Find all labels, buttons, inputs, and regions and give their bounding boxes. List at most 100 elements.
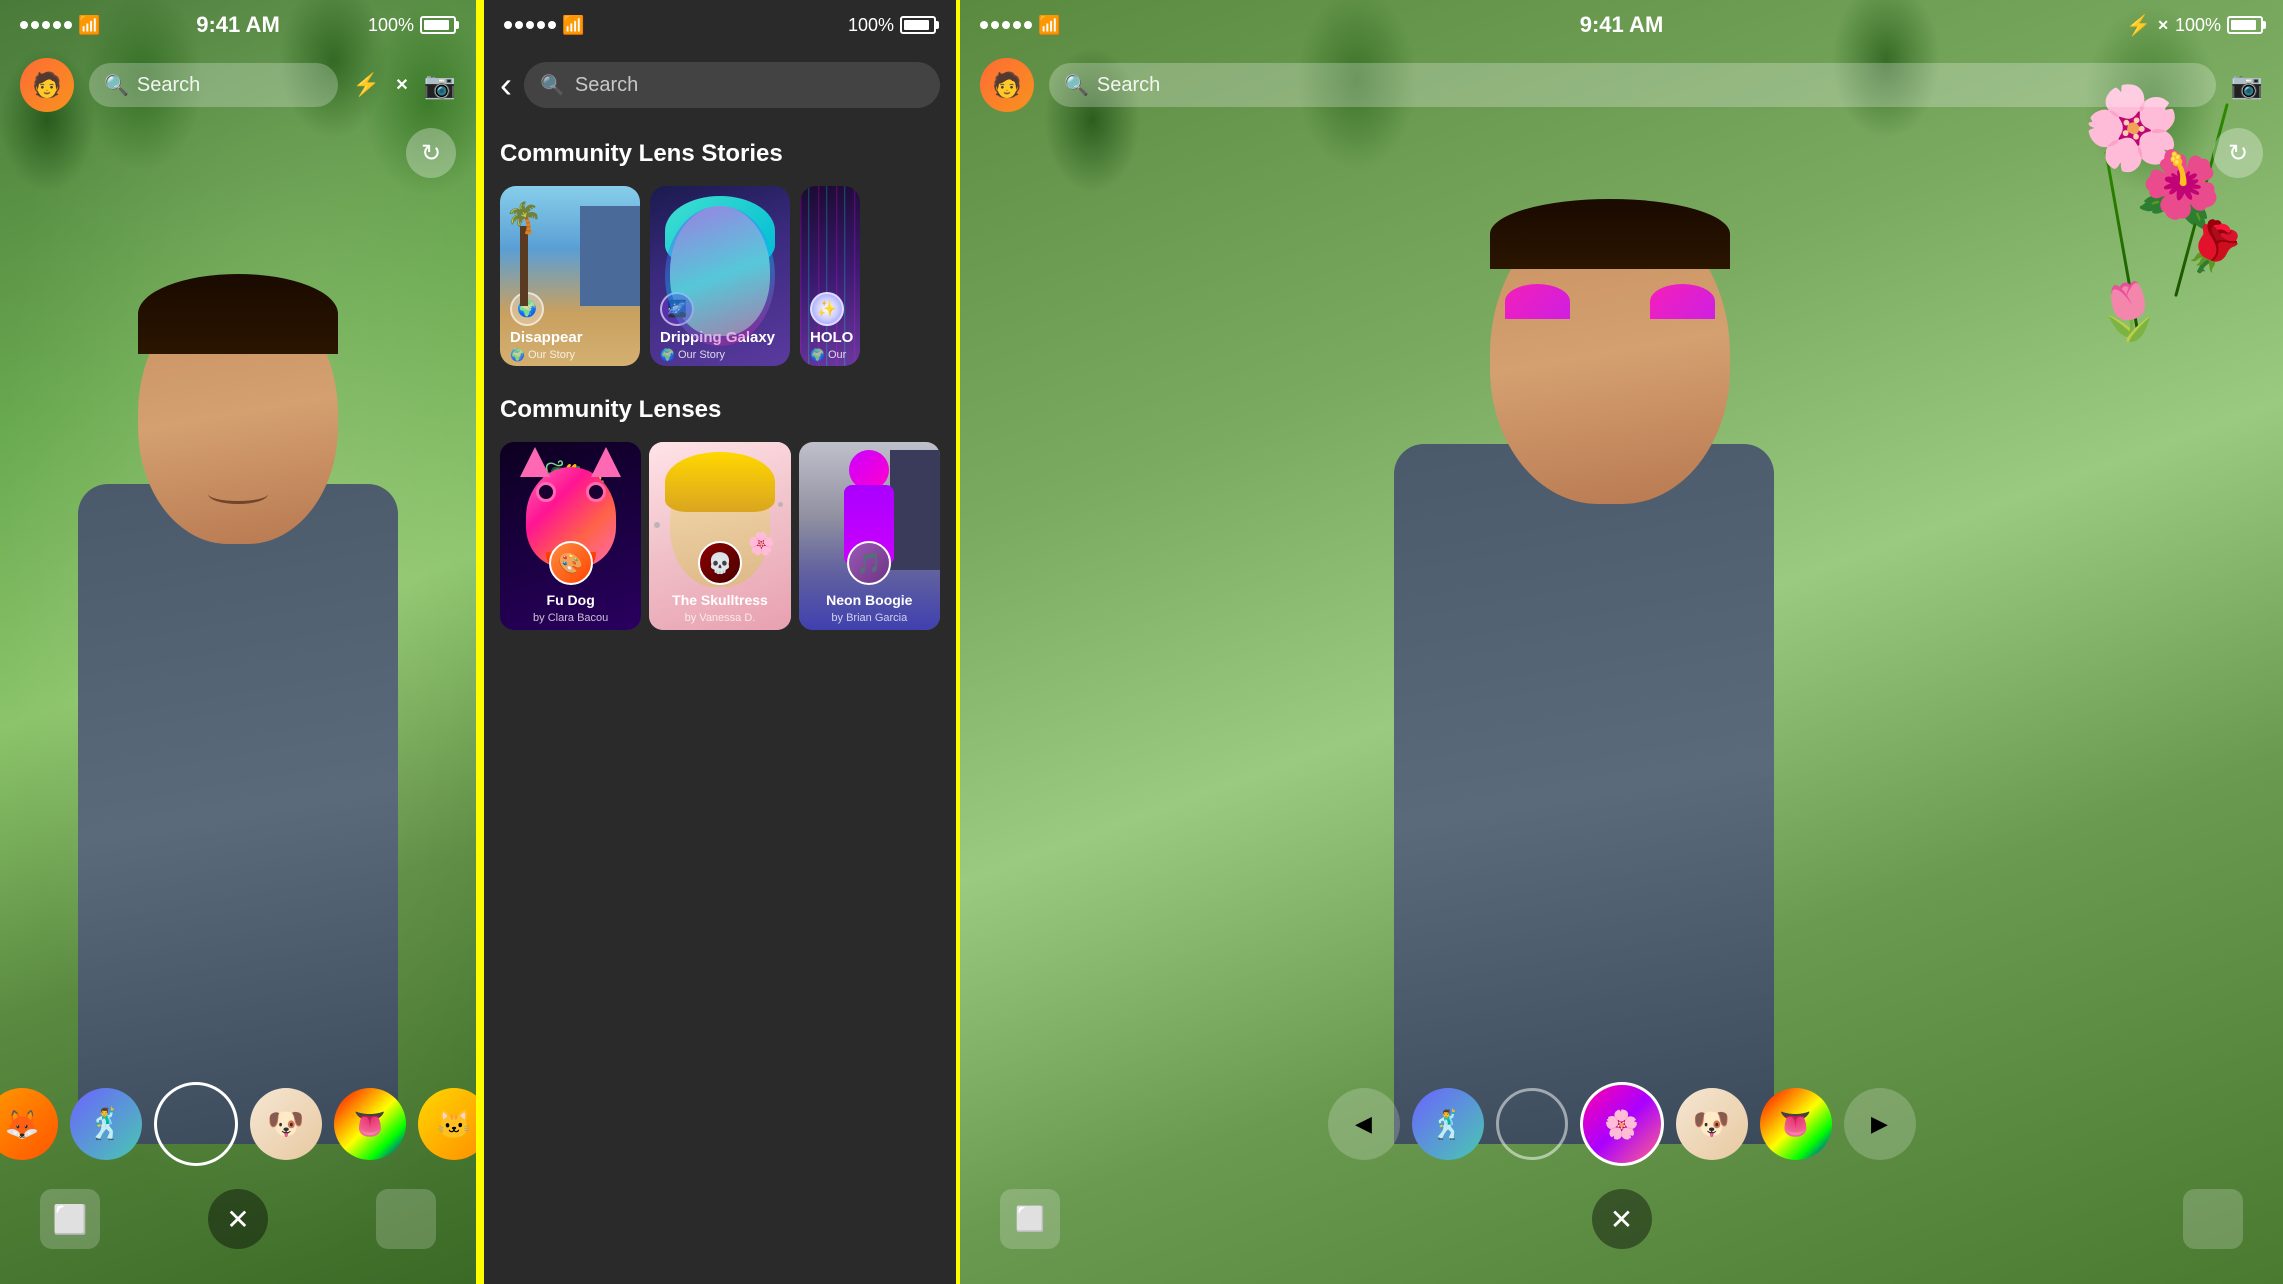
chat-button[interactable] — [376, 1189, 436, 1249]
right-flash-x: ✕ — [2157, 17, 2169, 34]
wifi-icon: 📶 — [78, 15, 100, 36]
lens-item-none-active[interactable] — [154, 1082, 238, 1166]
story-card-holo[interactable]: ✨ HOLO 🌍 Our — [800, 186, 860, 366]
story-card-dripping-galaxy[interactable]: 🌌 Dripping Galaxy 🌍 Our Story — [650, 186, 790, 366]
rotate-lens-icon[interactable]: ↻ — [406, 128, 456, 178]
search-input-bar[interactable]: 🔍 Search — [524, 62, 940, 108]
flash-off-icon[interactable]: ⚡ — [353, 72, 380, 98]
memories-button[interactable]: ⬜ — [40, 1189, 100, 1249]
search-signal — [504, 21, 556, 29]
right-battery-fill — [2231, 20, 2256, 30]
right-lens-dance[interactable]: 🕺 — [1412, 1088, 1484, 1160]
user-avatar[interactable]: 🧑 — [20, 58, 74, 112]
right-lens-selector-bar: ◀ 🕺 🌸 🐶 👅 ▶ — [960, 1074, 2283, 1174]
signal-dot-2 — [31, 21, 39, 29]
fu-dog-creator: by Clara Bacou — [500, 612, 641, 624]
right-search-icon: 🔍 — [1064, 73, 1089, 98]
globe-icon-3: 🌍 — [810, 348, 825, 362]
lens-item-dog[interactable]: 🐶 — [250, 1088, 322, 1160]
right-cancel-button[interactable]: ✕ — [1592, 1189, 1652, 1249]
skulltress-creator: by Vanessa D. — [649, 612, 790, 624]
lens-selector-bar: 🦊 🕺 🐶 👅 🐱 — [0, 1074, 476, 1174]
neon-creator: by Brian Garcia — [799, 612, 940, 624]
right-camera-panel: 🌸 🌺 🌷 🌹 📶 9:41 AM ⚡ ✕ 100% — [960, 0, 2283, 1284]
story-cards-row: 🌴 🌍 Disappear 🌍 Our Story — [500, 186, 940, 366]
camera-flip-icon[interactable]: 📷 — [424, 70, 456, 101]
close-icon: ✕ — [226, 1203, 249, 1236]
palm-trunk — [520, 226, 528, 306]
lens-item-sticker[interactable]: 🦊 — [0, 1088, 58, 1160]
right-hair — [1490, 199, 1730, 269]
right-capture-controls: ⬜ ✕ — [960, 1174, 2283, 1264]
right-status-right: ⚡ ✕ 100% — [2126, 13, 2263, 38]
fu-dog-eye-right — [586, 482, 606, 502]
search-battery-icon — [900, 16, 936, 34]
right-lens-dog[interactable]: 🐶 — [1676, 1088, 1748, 1160]
lens-card-fu-dog[interactable]: 🐉 🎨 Fu Dog by Clara Bacou — [500, 442, 641, 630]
right-search-bar[interactable]: 🔍 Search — [1049, 63, 2216, 107]
particle-2 — [778, 502, 783, 507]
flower-filter-3: 🌷 — [2092, 277, 2166, 348]
search-results: Community Lens Stories 🌴 🌍 Disappear 🌍 O… — [484, 120, 956, 1284]
lens-item-cat[interactable]: 🐱 — [418, 1088, 480, 1160]
signal-dot-4 — [53, 21, 61, 29]
right-lens-flower-active[interactable]: 🌸 — [1580, 1082, 1664, 1166]
fu-dog-eye-left — [536, 482, 556, 502]
memories-icon: ⬜ — [53, 1203, 88, 1236]
story-title-disappear: Disappear — [510, 329, 583, 346]
right-status-left: 📶 — [980, 15, 1060, 36]
lens-card-neon-boogie[interactable]: 🎵 Neon Boogie by Brian Garcia — [799, 442, 940, 630]
globe-icon-2: 🌍 — [660, 348, 675, 362]
right-lens-prev[interactable]: ◀ — [1328, 1088, 1400, 1160]
skulltress-hair — [665, 452, 775, 512]
right-lens-more[interactable]: ▶ — [1844, 1088, 1916, 1160]
right-memories-button[interactable]: ⬜ — [1000, 1189, 1060, 1249]
eye-shadow-left — [1505, 284, 1570, 319]
right-battery-tip — [2263, 21, 2266, 29]
story-card-disappear[interactable]: 🌴 🌍 Disappear 🌍 Our Story — [500, 186, 640, 366]
capture-controls: ⬜ ✕ — [0, 1174, 476, 1264]
right-memories-icon: ⬜ — [1015, 1205, 1045, 1234]
right-lens-rainbow[interactable]: 👅 — [1760, 1088, 1832, 1160]
battery-percent: 100% — [368, 15, 414, 36]
top-right-actions: ⚡ ✕ 📷 — [353, 70, 456, 101]
right-flash-icon: ⚡ — [2126, 13, 2151, 38]
right-signal — [980, 21, 1032, 29]
person-body — [78, 484, 398, 1144]
right-top-right-actions: 📷 — [2231, 70, 2263, 101]
left-camera-panel: 📶 9:41 AM 100% 🧑 🔍 Search ⚡ ✕ 📷 ↻ 🦊 🕺 🐶 — [0, 0, 480, 1284]
search-status-left: 📶 — [504, 15, 584, 36]
right-chat-button[interactable] — [2183, 1189, 2243, 1249]
search-input-placeholder: Search — [575, 74, 638, 97]
signal-dot-3 — [42, 21, 50, 29]
lens-item-rainbow[interactable]: 👅 — [334, 1088, 406, 1160]
signal-strength — [20, 21, 72, 29]
search-status-right: 100% — [848, 15, 936, 36]
search-icon: 🔍 — [104, 73, 129, 98]
right-lens-none[interactable] — [1496, 1088, 1568, 1160]
right-camera-flip-icon[interactable]: 📷 — [2231, 70, 2263, 101]
status-right: 100% — [368, 15, 456, 36]
right-person-body — [1394, 444, 1774, 1144]
story-subtitle-galaxy: 🌍 Our Story — [660, 348, 725, 362]
mouth — [208, 484, 268, 504]
skulltress-flower: 🌸 — [748, 531, 775, 557]
lens-item-dance[interactable]: 🕺 — [70, 1088, 142, 1160]
right-status-time: 9:41 AM — [1580, 12, 1664, 38]
right-user-avatar[interactable]: 🧑 — [980, 58, 1034, 112]
back-button[interactable]: ‹ — [500, 64, 512, 106]
building — [580, 206, 640, 306]
story-subtitle-holo: 🌍 Our — [810, 348, 846, 362]
lens-card-skulltress[interactable]: 🌸 💀 The Skulltress by Vanessa D. — [649, 442, 790, 630]
hair — [138, 274, 338, 354]
neon-head — [849, 450, 889, 490]
globe-icon-1: 🌍 — [510, 348, 525, 362]
fu-dog-ear-left — [520, 447, 550, 477]
neon-avatar: 🎵 — [847, 541, 891, 585]
cancel-button[interactable]: ✕ — [208, 1189, 268, 1249]
search-panel: 📶 9:41 AM 100% ‹ 🔍 Search Community Lens… — [480, 0, 960, 1284]
galaxy-makeup — [665, 206, 775, 346]
search-bar[interactable]: 🔍 Search — [89, 63, 338, 107]
story-subtitle-disappear: 🌍 Our Story — [510, 348, 575, 362]
right-rotate-icon[interactable]: ↻ — [2213, 128, 2263, 178]
